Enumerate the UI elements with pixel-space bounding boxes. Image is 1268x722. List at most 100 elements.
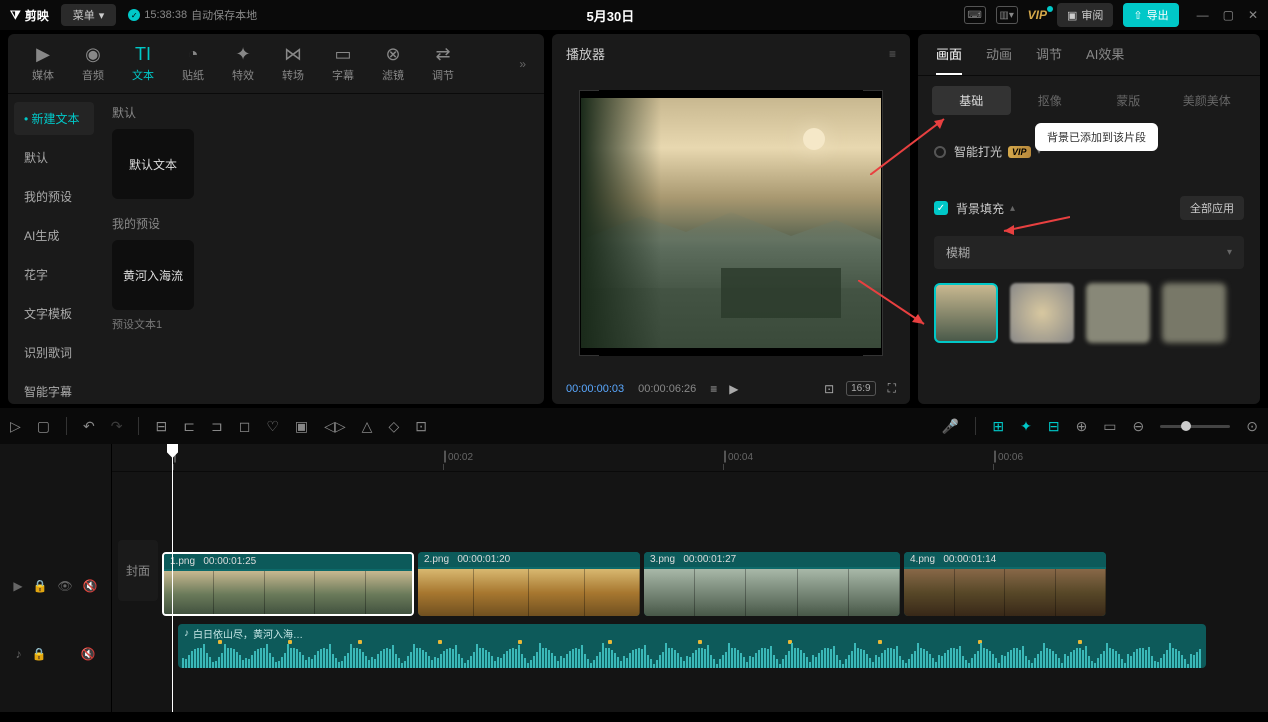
menu-button[interactable]: 菜单 ▾: [61, 4, 117, 26]
blur-preset-4[interactable]: [1162, 283, 1226, 343]
magnetic-button[interactable]: ✦: [1020, 418, 1032, 435]
timeline-ruler[interactable]: ┃ ┃00:02┃00:04┃00:06: [112, 444, 1268, 472]
track-type-icon[interactable]: ♪: [16, 647, 22, 661]
inspector-tab-3[interactable]: AI效果: [1086, 44, 1124, 75]
mute-icon[interactable]: 🔇: [81, 647, 96, 661]
player-menu-icon[interactable]: ≡: [889, 47, 896, 61]
sidebar-item-0[interactable]: • 新建文本: [14, 102, 94, 135]
asset-tab-1[interactable]: ◉音频: [68, 40, 118, 87]
safe-zone-button[interactable]: ⊡: [824, 382, 834, 396]
rotate-button[interactable]: ◇: [388, 418, 399, 435]
sidebar-item-5[interactable]: 文字模板: [14, 297, 94, 330]
split-left-button[interactable]: ⊏: [183, 418, 195, 435]
split-button[interactable]: ⊟: [155, 418, 167, 435]
zoom-fit-button[interactable]: ⊙: [1246, 418, 1258, 435]
crop2-button[interactable]: ⊡: [415, 418, 427, 435]
bg-fill-label: 背景填充: [956, 200, 1004, 217]
pointer-tool[interactable]: ▷: [10, 418, 21, 435]
sidebar-item-2[interactable]: 我的预设: [14, 180, 94, 213]
asset-tab-4[interactable]: ✦特效: [218, 40, 268, 87]
zoom-slider[interactable]: [1160, 425, 1230, 428]
lock-icon[interactable]: 🔒: [32, 647, 47, 661]
visibility-icon[interactable]: 👁: [58, 579, 73, 593]
text-card-default[interactable]: 默认文本: [112, 129, 194, 199]
asset-tab-5[interactable]: ⋈转场: [268, 40, 318, 87]
track-type-icon[interactable]: ▶: [13, 579, 22, 593]
tab-label: 滤镜: [382, 67, 404, 83]
blur-preset-2[interactable]: [1010, 283, 1074, 343]
inspector-tab-1[interactable]: 动画: [986, 44, 1012, 75]
audio-clip[interactable]: ♪ 白日依山尽，黄河入海…: [178, 624, 1206, 668]
sidebar-item-6[interactable]: 识别歌词: [14, 336, 94, 369]
chevron-down-icon: ▾: [99, 9, 105, 22]
redo-button[interactable]: ↷: [111, 418, 123, 435]
undo-button[interactable]: ↶: [83, 418, 95, 435]
video-clip-2[interactable]: 3.png 00:00:01:27: [644, 552, 900, 616]
export-button[interactable]: ⇧ 导出: [1123, 3, 1178, 27]
fullscreen-button[interactable]: ⛶: [888, 381, 896, 396]
sidebar-item-4[interactable]: 花字: [14, 258, 94, 291]
reverse-button[interactable]: ◁▷: [324, 418, 346, 435]
apply-all-button[interactable]: 全部应用: [1180, 196, 1244, 220]
split-right-button[interactable]: ⊐: [211, 418, 223, 435]
mark-button[interactable]: ♡: [266, 418, 279, 435]
inspector-subtab-0[interactable]: 基础: [932, 86, 1011, 115]
mic-button[interactable]: 🎤: [942, 418, 959, 435]
video-clip-3[interactable]: 4.png 00:00:01:14: [904, 552, 1106, 616]
blur-preset-1[interactable]: [934, 283, 998, 343]
freeze-button[interactable]: ▣: [295, 418, 308, 435]
checkbox-on-icon[interactable]: ✓: [934, 201, 948, 215]
sidebar-item-7[interactable]: 智能字幕: [14, 375, 94, 408]
link-button[interactable]: ⊟: [1048, 418, 1060, 435]
layout-icon[interactable]: ▥▾: [996, 6, 1018, 24]
asset-tab-7[interactable]: ⊗滤镜: [368, 40, 418, 87]
text-sidebar: • 新建文本默认我的预设 AI生成花字文字模板识别歌词智能字幕: [8, 94, 100, 416]
preview-frame[interactable]: [579, 90, 883, 356]
toggle-off-icon[interactable]: [934, 146, 946, 158]
playhead[interactable]: [172, 444, 173, 712]
asset-tab-0[interactable]: ▶媒体: [18, 40, 68, 87]
zoom-out-button[interactable]: ⊖: [1133, 418, 1145, 435]
mirror-button[interactable]: △: [362, 418, 373, 435]
align-button[interactable]: ⊕: [1076, 418, 1088, 435]
prev-frame-button[interactable]: ≡: [710, 382, 717, 396]
inspector-subtab-3[interactable]: 美颜美体: [1168, 86, 1247, 115]
vip-badge[interactable]: VIP: [1028, 8, 1047, 22]
cover-button[interactable]: 封面: [118, 540, 158, 601]
lock-icon[interactable]: 🔒: [33, 579, 48, 593]
tab-label: 特效: [232, 67, 254, 83]
asset-tab-3[interactable]: ◔贴纸: [168, 40, 218, 87]
inspector-tab-2[interactable]: 调节: [1036, 44, 1062, 75]
video-clip-0[interactable]: 1.png 00:00:01:25: [162, 552, 414, 616]
keyboard-icon[interactable]: ⌨: [964, 6, 986, 24]
inspector-subtab-1[interactable]: 抠像: [1011, 86, 1090, 115]
asset-tab-6[interactable]: ▭字幕: [318, 40, 368, 87]
text-card-preset[interactable]: 黄河入海流: [112, 240, 194, 310]
timeline-main[interactable]: ┃ ┃00:02┃00:04┃00:06 1.png 00:00:01:252.…: [112, 444, 1268, 712]
tab-icon: ▭: [334, 44, 351, 65]
snap-button[interactable]: ⊞: [992, 418, 1004, 435]
close-button[interactable]: ✕: [1248, 8, 1258, 22]
mute-icon[interactable]: 🔇: [83, 579, 98, 593]
select-tool[interactable]: ▢: [37, 418, 50, 435]
clip-duration: 00:00:01:20: [457, 554, 510, 565]
video-clip-1[interactable]: 2.png 00:00:01:20: [418, 552, 640, 616]
crop-button[interactable]: ◻: [239, 418, 251, 435]
tab-label: 转场: [282, 67, 304, 83]
aspect-ratio-button[interactable]: 16:9: [846, 381, 875, 396]
asset-tab-8[interactable]: ⇄调节: [418, 40, 468, 87]
sidebar-item-1[interactable]: 默认: [14, 141, 94, 174]
inspector-tab-0[interactable]: 画面: [936, 44, 962, 75]
minimize-button[interactable]: —: [1197, 8, 1209, 22]
titlebar: ⧩ 剪映 菜单 ▾ ✓ 15:38:38 自动保存本地 5月30日 ⌨ ▥▾ V…: [0, 0, 1268, 30]
sidebar-item-3[interactable]: AI生成: [14, 219, 94, 252]
review-button[interactable]: ▣ 审阅: [1057, 3, 1113, 27]
play-button[interactable]: ▶: [729, 382, 738, 396]
preview-button[interactable]: ▭: [1103, 418, 1116, 435]
blur-preset-3[interactable]: [1086, 283, 1150, 343]
blur-select[interactable]: 模糊 ▾: [934, 236, 1244, 269]
maximize-button[interactable]: ▢: [1223, 8, 1234, 22]
asset-tab-2[interactable]: TI文本: [118, 40, 168, 87]
tabs-more-button[interactable]: »: [511, 53, 534, 75]
inspector-subtab-2[interactable]: 蒙版: [1089, 86, 1168, 115]
